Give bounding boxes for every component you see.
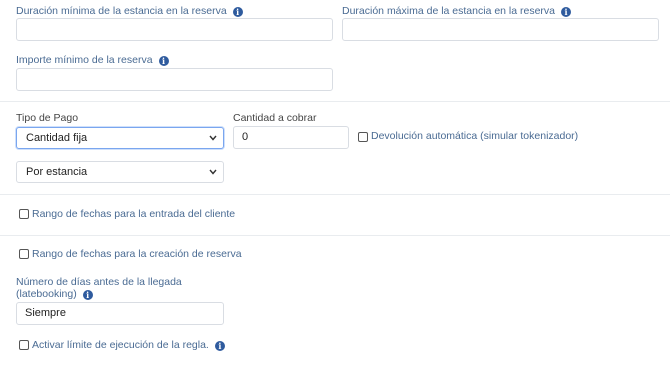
days-before-input[interactable]: Siempre: [16, 302, 224, 325]
execution-limit-checkbox[interactable]: [19, 340, 29, 350]
creation-date-range-label: Rango de fechas para la creación de rese…: [32, 248, 242, 260]
payment-type-label: Tipo de Pago: [16, 112, 79, 124]
execution-limit-label: Activar límite de ejecución de la regla.…: [32, 339, 225, 352]
info-icon[interactable]: i: [158, 56, 169, 66]
auto-refund-label: Devolución automática (simular tokenizad…: [371, 130, 579, 142]
info-icon[interactable]: i: [82, 290, 93, 300]
min-stay-input[interactable]: [16, 18, 333, 41]
arrival-date-range-label: Rango de fechas para la entrada del clie…: [32, 208, 236, 220]
min-stay-label: Duración mínima de la estancia en la res…: [16, 5, 243, 18]
chevron-down-icon: [209, 135, 217, 141]
charge-amount-input[interactable]: 0: [233, 126, 349, 149]
arrival-date-range-checkbox[interactable]: [19, 209, 29, 219]
section-divider: [0, 194, 670, 195]
min-amount-label: Importe mínimo de la reserva i: [16, 54, 169, 67]
charge-unit-select[interactable]: Por estancia: [16, 161, 224, 183]
payment-type-selected: Cantidad fija: [26, 132, 88, 144]
max-stay-input[interactable]: [342, 18, 659, 41]
section-divider: [0, 101, 670, 102]
auto-refund-checkbox[interactable]: [358, 132, 368, 142]
info-icon[interactable]: i: [232, 7, 243, 17]
charge-amount-label: Cantidad a cobrar: [233, 112, 317, 124]
info-icon[interactable]: i: [214, 341, 225, 351]
payment-type-select[interactable]: Cantidad fija: [16, 127, 224, 149]
info-icon[interactable]: i: [561, 7, 572, 17]
min-amount-input[interactable]: [16, 68, 333, 91]
section-divider: [0, 235, 670, 236]
max-stay-label: Duración máxima de la estancia en la res…: [342, 5, 572, 18]
days-before-label: (latebooking) i: [16, 288, 93, 301]
chevron-down-icon: [209, 169, 217, 175]
charge-unit-selected: Por estancia: [26, 166, 88, 178]
creation-date-range-checkbox[interactable]: [19, 249, 29, 259]
